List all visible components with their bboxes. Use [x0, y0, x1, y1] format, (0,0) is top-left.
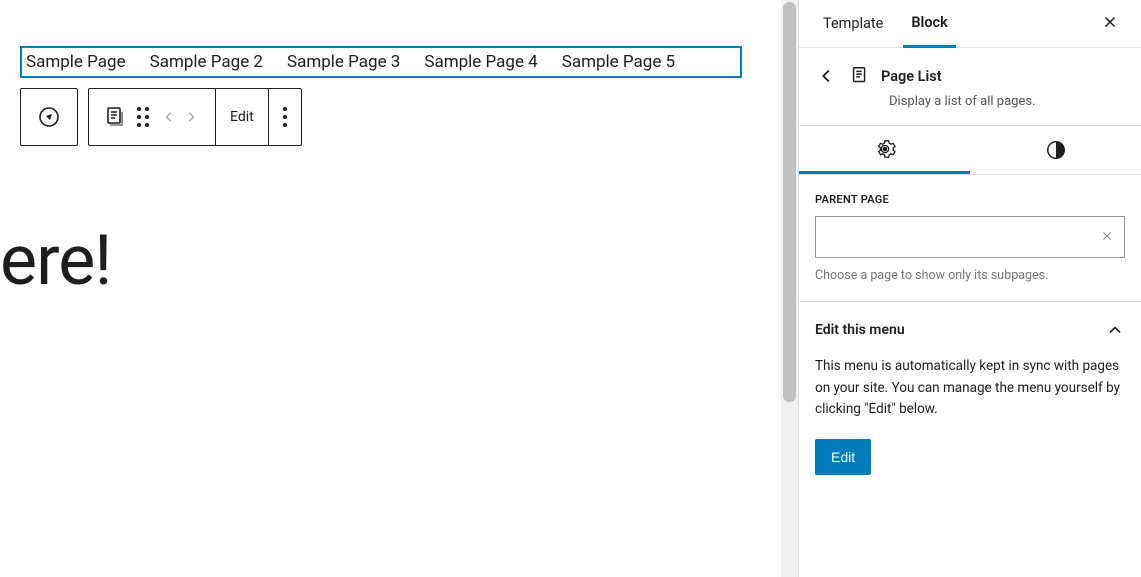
edit-segment[interactable]: Edit — [216, 89, 269, 145]
nav-item[interactable]: Sample Page 3 — [287, 52, 400, 72]
chevron-left-icon — [159, 107, 179, 127]
clear-button[interactable] — [1100, 228, 1114, 247]
drag-handle-icon[interactable] — [137, 107, 149, 127]
nav-item[interactable]: Sample Page 4 — [424, 52, 537, 72]
block-type-segment — [89, 89, 216, 145]
nav-item[interactable]: Sample Page 5 — [562, 52, 675, 72]
edit-menu-title: Edit this menu — [815, 322, 905, 338]
edit-menu-button[interactable]: Edit — [815, 439, 871, 475]
tab-block[interactable]: Block — [903, 0, 955, 48]
sidebar-tabs: Template Block — [799, 0, 1141, 48]
nav-item[interactable]: Sample Page — [26, 52, 126, 72]
block-toolbar: Edit — [20, 88, 302, 146]
close-icon — [1101, 13, 1119, 31]
chevron-right-icon — [181, 107, 201, 127]
parent-page-help: Choose a page to show only its subpages. — [815, 268, 1125, 283]
parent-page-select[interactable] — [815, 216, 1125, 258]
gear-icon — [874, 138, 896, 160]
tab-settings-icon[interactable] — [799, 126, 970, 174]
edit-menu-panel: Edit this menu This menu is automaticall… — [799, 302, 1141, 493]
more-vertical-icon — [283, 107, 287, 127]
parent-page-label: Parent page — [815, 193, 1125, 206]
edit-menu-panel-header[interactable]: Edit this menu — [815, 320, 1125, 340]
parent-page-panel: Parent page Choose a page to show only i… — [799, 175, 1141, 302]
tab-template[interactable]: Template — [815, 0, 891, 48]
block-description: Display a list of all pages. — [889, 94, 1125, 109]
settings-sidebar: Template Block Page List Display a list … — [798, 0, 1141, 577]
more-options-button[interactable] — [269, 89, 301, 145]
canvas-scrollbar[interactable] — [781, 0, 798, 577]
nav-item[interactable]: Sample Page 2 — [150, 52, 263, 72]
close-icon — [1100, 229, 1114, 243]
settings-inner-tabs — [799, 126, 1141, 175]
back-button[interactable] — [815, 64, 839, 88]
page-list-icon[interactable] — [103, 105, 127, 129]
page-list-icon — [849, 65, 871, 87]
half-circle-icon — [1045, 139, 1067, 161]
page-list-block[interactable]: Sample Page Sample Page 2 Sample Page 3 … — [20, 46, 742, 78]
edit-label: Edit — [230, 109, 254, 125]
compass-icon — [37, 105, 61, 129]
editor-canvas[interactable]: Sample Page Sample Page 2 Sample Page 3 … — [0, 0, 798, 577]
chevron-left-icon — [816, 65, 838, 87]
chevron-up-icon — [1105, 320, 1125, 340]
heading-text[interactable]: ere! — [0, 220, 111, 302]
close-sidebar-button[interactable] — [1095, 8, 1125, 40]
navigation-parent-button[interactable] — [20, 88, 78, 146]
move-arrows[interactable] — [159, 107, 201, 127]
block-title: Page List — [881, 68, 942, 85]
tab-styles-icon[interactable] — [970, 126, 1141, 174]
block-header: Page List Display a list of all pages. — [799, 48, 1141, 126]
edit-menu-body: This menu is automatically kept in sync … — [815, 356, 1125, 421]
scrollbar-thumb[interactable] — [783, 2, 796, 402]
